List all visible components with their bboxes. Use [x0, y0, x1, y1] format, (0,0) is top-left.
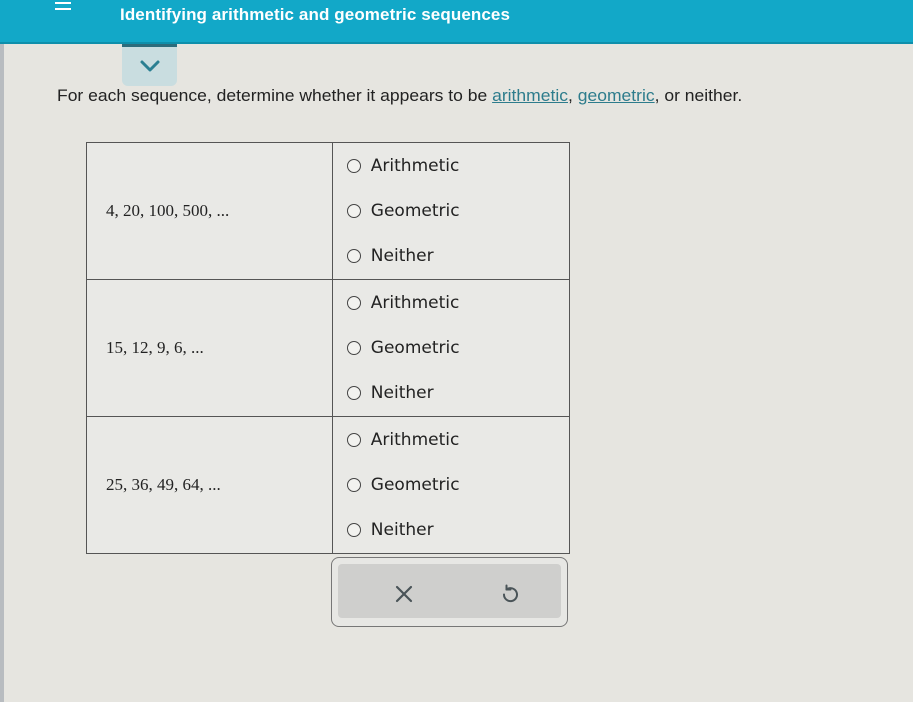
header-bar: Identifying arithmetic and geometric seq…: [0, 0, 913, 44]
table-row: 25, 36, 49, 64, ... Arithmetic Geometric…: [86, 416, 571, 554]
hamburger-menu-icon[interactable]: [55, 2, 71, 12]
radio-button[interactable]: [346, 296, 361, 310]
radio-label: Arithmetic: [370, 430, 460, 450]
answer-actions-panel: [331, 557, 568, 627]
page-title: Identifying arithmetic and geometric seq…: [120, 5, 511, 24]
undo-icon: [502, 584, 518, 603]
radio-option-neither[interactable]: Neither: [333, 371, 569, 416]
radio-label: Neither: [370, 246, 434, 266]
clear-button[interactable]: [392, 582, 416, 606]
radio-label: Geometric: [370, 475, 460, 495]
close-icon: [395, 585, 413, 603]
radio-button[interactable]: [346, 204, 361, 218]
undo-button[interactable]: [498, 582, 522, 606]
radio-label: Arithmetic: [370, 156, 460, 176]
radio-label: Geometric: [370, 338, 460, 358]
instructions: For each sequence, determine whether it …: [57, 86, 742, 106]
sequence-table: 4, 20, 100, 500, ... Arithmetic Geometri…: [86, 142, 571, 554]
radio-option-arithmetic[interactable]: Arithmetic: [333, 418, 569, 463]
options-cell: Arithmetic Geometric Neither: [331, 142, 571, 280]
radio-button[interactable]: [346, 478, 361, 492]
radio-option-arithmetic[interactable]: Arithmetic: [333, 281, 569, 326]
radio-button[interactable]: [346, 433, 361, 447]
radio-button[interactable]: [346, 249, 361, 263]
sequence-cell: 25, 36, 49, 64, ...: [86, 416, 333, 554]
radio-label: Arithmetic: [370, 293, 460, 313]
radio-option-neither[interactable]: Neither: [333, 234, 569, 279]
instructions-separator: ,: [567, 86, 578, 105]
radio-button[interactable]: [346, 341, 361, 355]
collapse-toggle-button[interactable]: [122, 44, 177, 86]
radio-button[interactable]: [346, 386, 361, 400]
options-cell: Arithmetic Geometric Neither: [331, 279, 571, 417]
radio-option-geometric[interactable]: Geometric: [333, 463, 569, 508]
radio-button[interactable]: [346, 159, 361, 173]
sequence-cell: 15, 12, 9, 6, ...: [86, 279, 333, 417]
radio-option-geometric[interactable]: Geometric: [333, 189, 569, 234]
arithmetic-link[interactable]: arithmetic: [492, 86, 568, 105]
chevron-down-icon: [140, 60, 160, 72]
radio-label: Neither: [370, 383, 434, 403]
radio-label: Neither: [370, 520, 434, 540]
radio-option-neither[interactable]: Neither: [333, 508, 569, 553]
left-edge-border: [0, 42, 4, 702]
instructions-suffix: , or neither.: [654, 86, 743, 105]
radio-option-arithmetic[interactable]: Arithmetic: [333, 144, 569, 189]
options-cell: Arithmetic Geometric Neither: [331, 416, 571, 554]
sequence-cell: 4, 20, 100, 500, ...: [86, 142, 333, 280]
radio-label: Geometric: [370, 201, 460, 221]
table-row: 4, 20, 100, 500, ... Arithmetic Geometri…: [86, 142, 571, 280]
answer-actions-bar: [338, 564, 561, 618]
table-row: 15, 12, 9, 6, ... Arithmetic Geometric N…: [86, 279, 571, 417]
geometric-link[interactable]: geometric: [578, 86, 655, 105]
radio-option-geometric[interactable]: Geometric: [333, 326, 569, 371]
instructions-prefix: For each sequence, determine whether it …: [57, 86, 493, 105]
radio-button[interactable]: [346, 523, 361, 537]
